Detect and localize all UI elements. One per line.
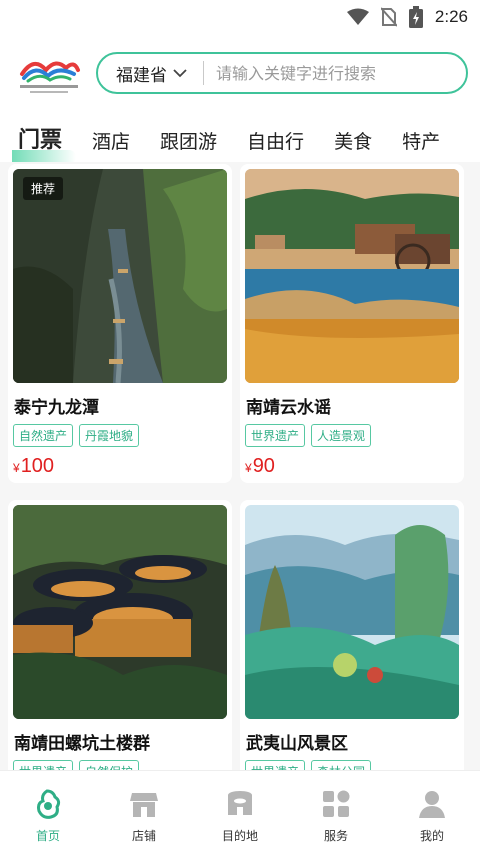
search-input[interactable] (216, 63, 446, 83)
tag: 自然保护 (79, 760, 140, 770)
tag-list: 世界遗产 自然保护 (13, 760, 227, 770)
attraction-title: 南靖云水谣 (246, 398, 331, 418)
battery-icon (408, 6, 423, 28)
header: 福建省 (0, 50, 480, 98)
tag: 森林公园 (311, 760, 372, 770)
nav-home[interactable]: 首页 (0, 771, 96, 853)
tag-list: 世界遗产 人造景观 (245, 424, 459, 447)
province-label: 福建省 (116, 65, 167, 86)
tag: 丹霞地貌 (79, 424, 140, 447)
attraction-card[interactable]: 推荐 泰宁九龙潭 自然遗产 丹霞地貌 ¥100 (8, 164, 232, 483)
nav-service[interactable]: 服务 (288, 771, 384, 853)
bottom-nav: 首页 店铺 目的地 服务 我的 (0, 770, 480, 853)
currency-symbol: ¥ (13, 461, 20, 475)
price: ¥90 (245, 455, 459, 478)
nav-label: 首页 (35, 829, 60, 843)
tab-free-travel[interactable]: 自由行 (247, 127, 304, 154)
home-icon (37, 789, 61, 819)
currency-symbol: ¥ (245, 461, 252, 475)
tab-hotel[interactable]: 酒店 (92, 127, 130, 154)
nav-label: 目的地 (221, 829, 258, 843)
tag: 世界遗产 (13, 760, 74, 770)
recommend-badge: 推荐 (23, 177, 64, 200)
nav-shop[interactable]: 店铺 (96, 771, 192, 853)
attraction-card[interactable]: 武夷山风景区 世界遗产 森林公园 (240, 500, 464, 770)
category-tabs: 门票 酒店 跟团游 自由行 美食 特产 (0, 110, 480, 164)
attraction-grid: 推荐 泰宁九龙潭 自然遗产 丹霞地貌 ¥100 南靖云水谣 世界遗产 人造景观 … (0, 162, 480, 770)
nav-label: 我的 (419, 829, 444, 843)
price-value: 100 (20, 455, 55, 477)
tab-specialty[interactable]: 特产 (402, 127, 440, 154)
status-bar: 2:26 (0, 0, 480, 34)
attraction-photo: 推荐 (13, 169, 227, 383)
divider (203, 61, 204, 85)
tag: 世界遗产 (245, 424, 306, 447)
nav-label: 店铺 (131, 829, 156, 843)
attraction-title: 泰宁九龙潭 (14, 398, 99, 418)
store-icon (130, 793, 158, 817)
tag: 自然遗产 (13, 424, 74, 447)
tab-tickets[interactable]: 门票 (11, 122, 77, 164)
fujian-tourism-logo[interactable] (16, 52, 82, 96)
user-icon (419, 791, 445, 818)
no-sim-icon (380, 7, 397, 27)
tulou-icon (228, 791, 252, 815)
clock: 2:26 (434, 7, 468, 26)
wifi-icon (346, 8, 369, 25)
attraction-photo (245, 169, 459, 383)
tab-group-tour[interactable]: 跟团游 (160, 127, 217, 154)
tab-food[interactable]: 美食 (334, 127, 372, 154)
price: ¥100 (13, 455, 227, 478)
chevron-down-icon (173, 69, 187, 78)
grid-service-icon (323, 790, 350, 817)
attraction-photo (13, 505, 227, 719)
attraction-title: 南靖田螺坑土楼群 (14, 734, 150, 754)
attraction-photo (245, 505, 459, 719)
attraction-title: 武夷山风景区 (246, 734, 348, 754)
price-value: 90 (252, 455, 275, 477)
nav-label: 服务 (323, 829, 348, 843)
tag-list: 世界遗产 森林公园 (245, 760, 459, 770)
province-selector[interactable]: 福建省 (98, 54, 197, 92)
tag: 人造景观 (311, 424, 372, 447)
search-bar: 福建省 (96, 52, 468, 94)
nav-mine[interactable]: 我的 (384, 771, 480, 853)
attraction-card[interactable]: 南靖云水谣 世界遗产 人造景观 ¥90 (240, 164, 464, 483)
tag-list: 自然遗产 丹霞地貌 (13, 424, 227, 447)
tag: 世界遗产 (245, 760, 306, 770)
attraction-card[interactable]: 南靖田螺坑土楼群 世界遗产 自然保护 (8, 500, 232, 770)
nav-destination[interactable]: 目的地 (192, 771, 288, 853)
